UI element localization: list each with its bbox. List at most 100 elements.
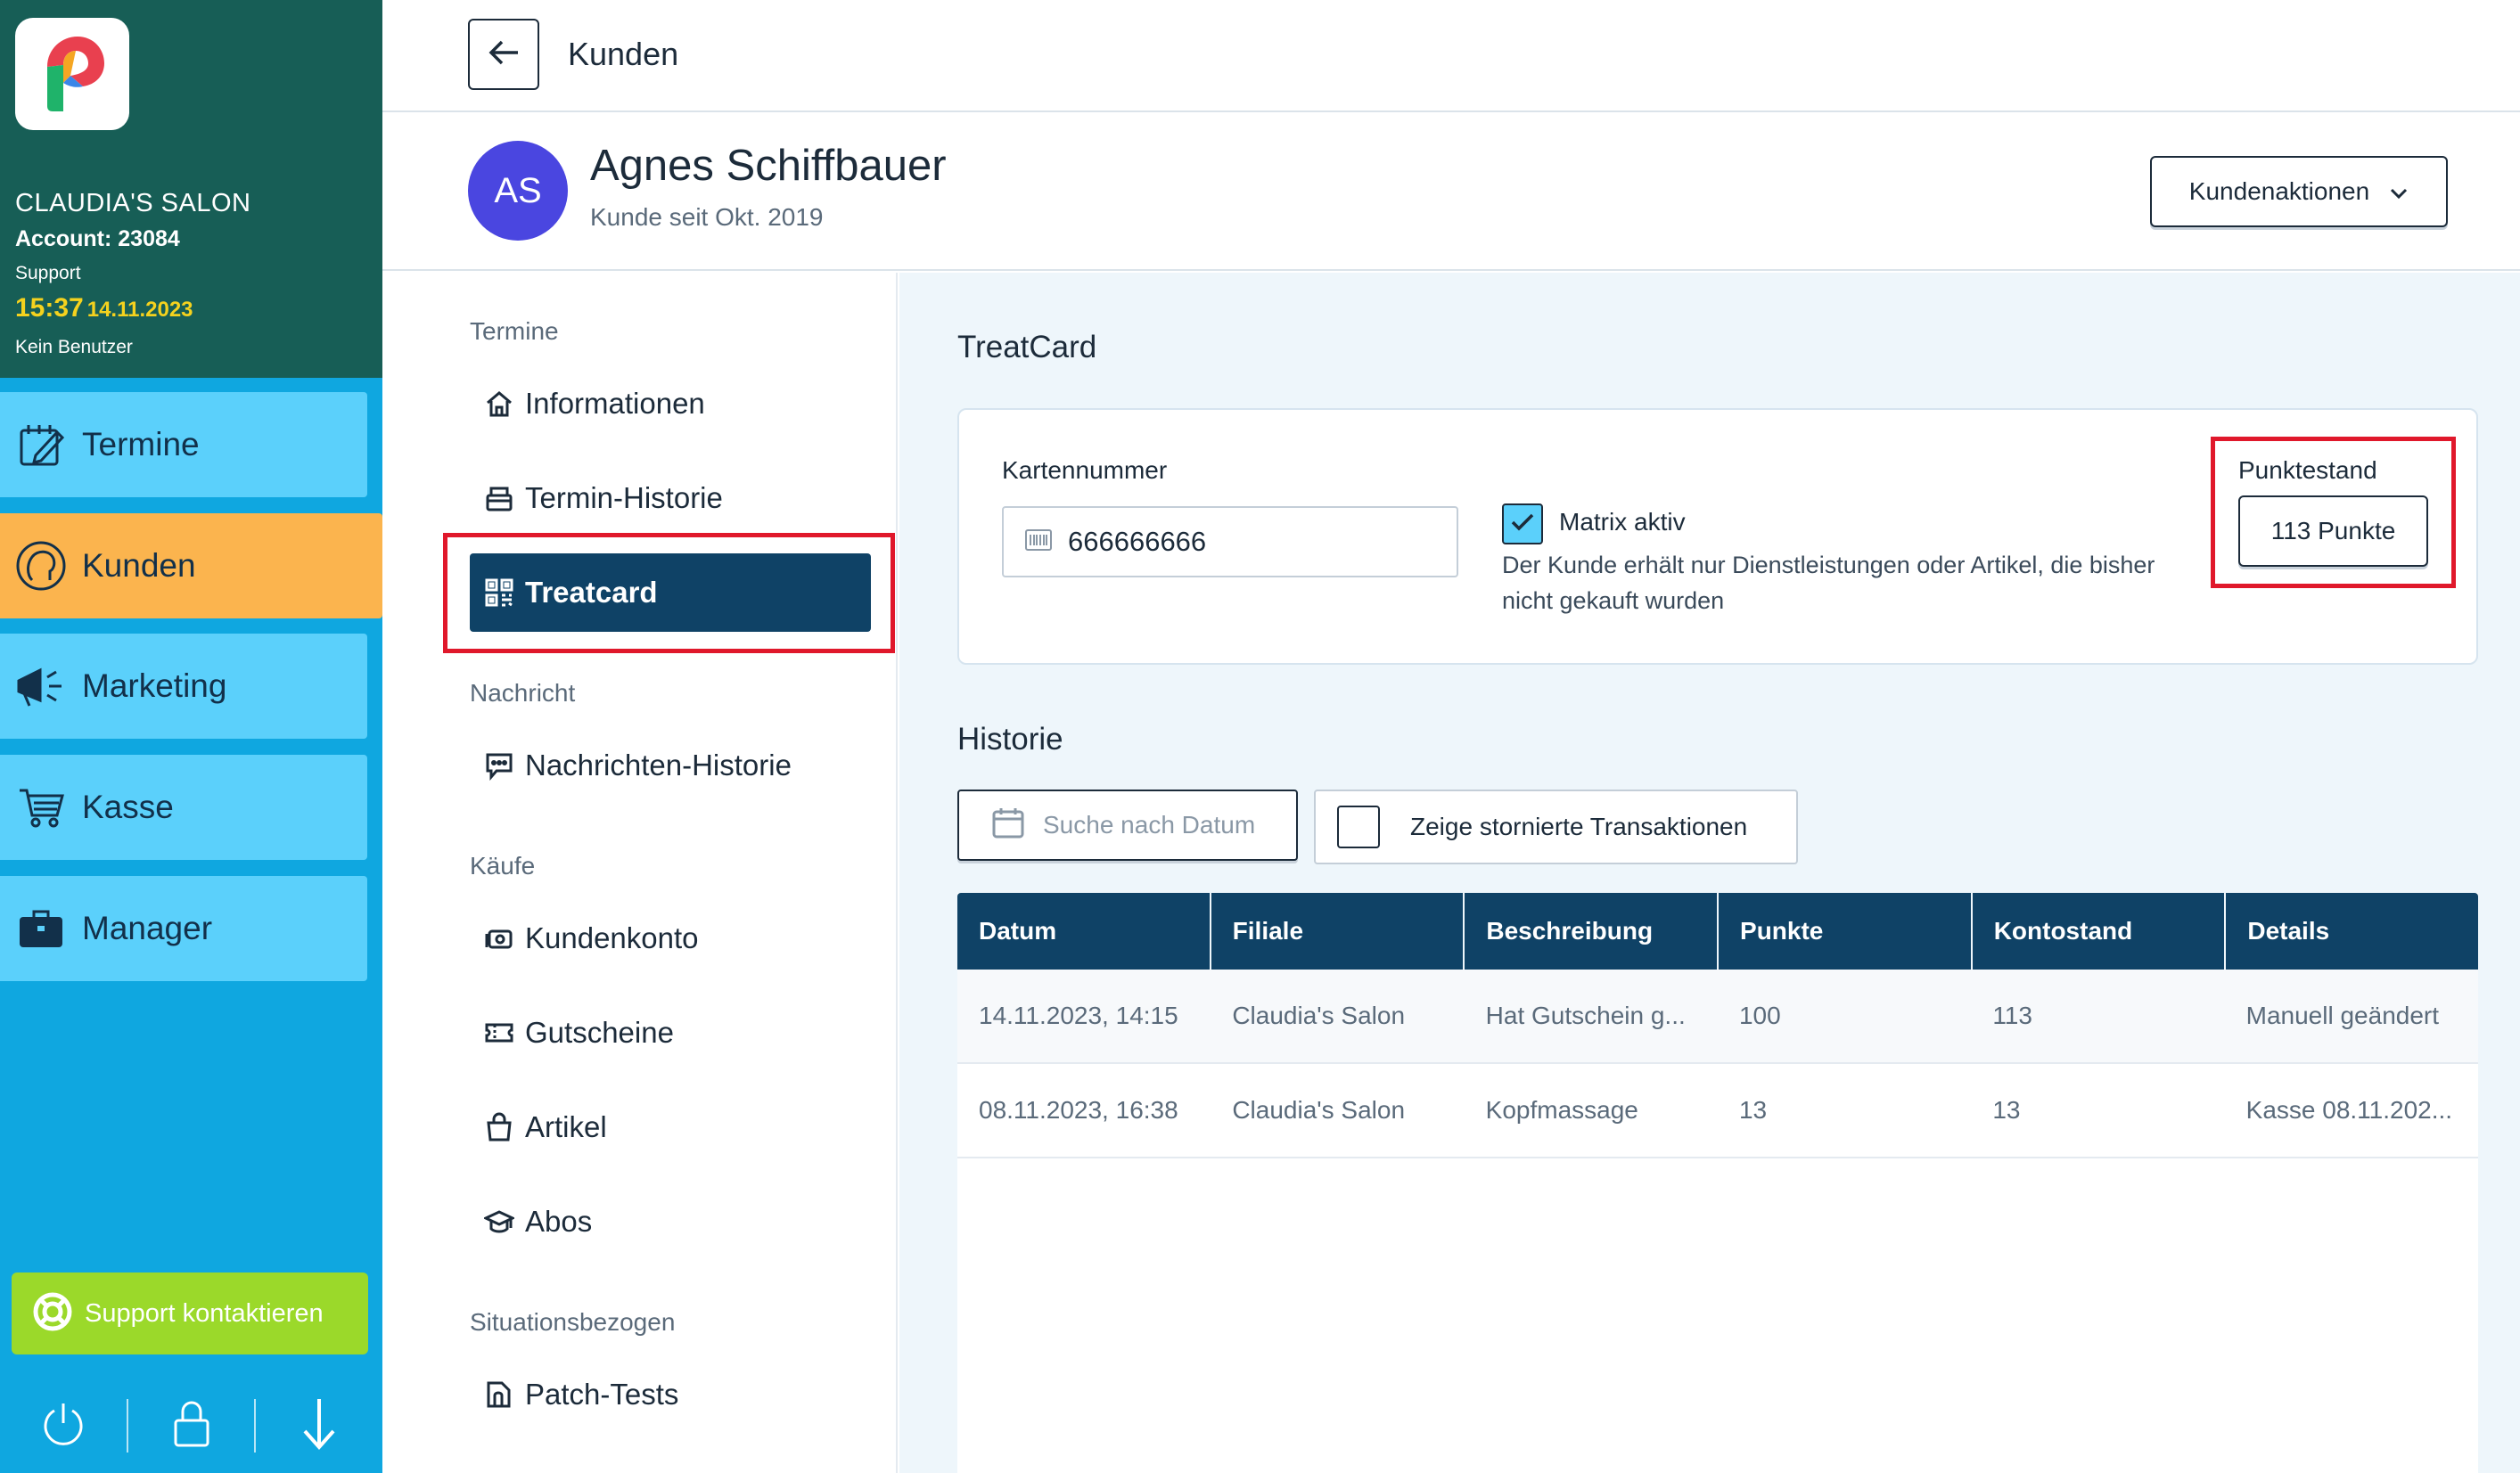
sidebar-footer (0, 1386, 382, 1466)
column-header-details[interactable]: Details (2224, 893, 2478, 970)
cell-details: Manuell geändert (2245, 1002, 2440, 1029)
sidebar-item-label: Marketing (82, 667, 227, 704)
history-title: Historie (957, 722, 1063, 757)
power-icon (37, 1398, 89, 1454)
date-search-button[interactable]: Suche nach Datum (957, 790, 1298, 861)
lock-button[interactable] (126, 1399, 255, 1453)
section-label-termine: Termine (470, 317, 559, 345)
cell-punkte: 100 (1738, 1002, 1781, 1029)
back-button[interactable] (468, 19, 539, 90)
archive-icon (484, 483, 520, 513)
customer-actions-label: Kundenaktionen (2188, 177, 2370, 205)
section-label-situationsbezogen: Situationsbezogen (470, 1308, 676, 1336)
support-text: Support (15, 263, 81, 283)
sidebar-item-termine[interactable]: Termine (0, 392, 367, 497)
column-header-datum[interactable]: Datum (957, 893, 1210, 970)
section-label-kaeufe: Käufe (470, 852, 536, 880)
customer-head-icon (0, 539, 82, 593)
sidebar-item-label: Kasse (82, 789, 174, 825)
customer-header: AS Agnes Schiffbauer Kunde seit Okt. 201… (382, 114, 2520, 271)
table-header: Datum Filiale Beschreibung Punkte Kontos… (957, 893, 2478, 970)
subnav-item-patch-tests[interactable]: Patch-Tests (470, 1355, 871, 1434)
date-search-label: Suche nach Datum (1043, 811, 1256, 839)
column-header-filiale[interactable]: Filiale (1209, 893, 1464, 970)
cell-filiale: Claudia's Salon (1232, 1002, 1406, 1029)
sidebar-item-label: Termine (82, 426, 200, 462)
arrow-down-icon (300, 1395, 339, 1457)
subnav-item-artikel[interactable]: Artikel (470, 1088, 871, 1166)
subnav-item-termin-historie[interactable]: Termin-Historie (470, 459, 871, 537)
customer-name: Agnes Schiffbauer (590, 142, 947, 190)
customer-subnav: Termine Informationen Termin-Historie Tr… (382, 273, 898, 1473)
subnav-item-label: Termin-Historie (525, 481, 723, 514)
cell-datum: 14.11.2023, 14:15 (979, 1002, 1178, 1029)
account-number: Account: 23084 (15, 226, 180, 251)
clock-time: 15:37 (15, 293, 84, 323)
subnav-item-label: Kundenkonto (525, 921, 699, 954)
main-content: TreatCard Kartennummer 666666666 Matrix … (899, 273, 2520, 1473)
download-button[interactable] (254, 1398, 382, 1453)
support-contact-button[interactable]: Support kontaktieren (12, 1273, 368, 1354)
column-header-beschreibung[interactable]: Beschreibung (1463, 893, 1717, 970)
highlight-frame-points (2211, 437, 2456, 588)
cell-punkte: 13 (1738, 1096, 1768, 1124)
subnav-item-label: Nachrichten-Historie (525, 749, 792, 782)
megaphone-icon (0, 661, 82, 711)
matrix-checkbox[interactable] (1502, 503, 1543, 544)
cell-beschreibung: Kopfmassage (1485, 1096, 1638, 1124)
show-cancelled-label: Zeige stornierte Transaktionen (1410, 813, 1748, 840)
customer-actions-dropdown[interactable]: Kundenaktionen (2150, 156, 2448, 227)
shopping-bag-icon (484, 1112, 520, 1142)
cell-beschreibung: Hat Gutschein g... (1485, 1002, 1686, 1029)
graduation-cap-icon (484, 1207, 520, 1237)
salon-name: CLAUDIA'S SALON (15, 189, 251, 217)
sidebar-item-label: Kunden (82, 547, 196, 584)
cell-details: Kasse 08.11.202... (2245, 1096, 2453, 1124)
column-header-kontostand[interactable]: Kontostand (1970, 893, 2225, 970)
customer-since: Kunde seit Okt. 2019 (590, 203, 824, 231)
subnav-item-abos[interactable]: Abos (470, 1182, 871, 1261)
cell-datum: 08.11.2023, 16:38 (979, 1096, 1178, 1124)
card-number-value: 666666666 (1068, 526, 1207, 557)
topbar: Kunden (382, 0, 2520, 112)
sidebar-item-marketing[interactable]: Marketing (0, 634, 367, 739)
wallet-icon (484, 923, 520, 953)
highlight-frame-treatcard (443, 533, 895, 653)
clock-date: 14.11.2023 (86, 298, 193, 322)
table-row[interactable]: 08.11.2023, 16:38 Claudia's Salon Kopfma… (957, 1064, 2478, 1158)
arrow-left-icon (486, 38, 521, 71)
card-number-label: Kartennummer (1002, 456, 1168, 484)
clock: 15:37 14.11.2023 (15, 293, 193, 323)
card-number-field[interactable]: 666666666 (1002, 506, 1458, 577)
subnav-item-label: Artikel (525, 1110, 607, 1143)
matrix-label: Matrix aktiv (1559, 508, 1686, 536)
cell-kontostand: 113 (1992, 1002, 2032, 1029)
avatar: AS (468, 141, 568, 241)
checkmark-icon (1509, 511, 1536, 537)
power-button[interactable] (0, 1399, 127, 1453)
calendar-icon (991, 806, 1043, 846)
treatcard-title: TreatCard (957, 330, 1097, 364)
breadcrumb: Kunden (568, 36, 679, 72)
show-cancelled-toggle[interactable]: Zeige stornierte Transaktionen (1314, 790, 1798, 864)
sidebar-item-kunden[interactable]: Kunden (0, 513, 382, 618)
subnav-item-nachrichten-historie[interactable]: Nachrichten-Historie (470, 726, 871, 805)
show-cancelled-checkbox[interactable] (1337, 806, 1380, 848)
app-logo (15, 18, 129, 130)
sidebar-item-kasse[interactable]: Kasse (0, 755, 367, 860)
cell-filiale: Claudia's Salon (1232, 1096, 1406, 1124)
app-sidebar: CLAUDIA'S SALON Account: 23084 Support 1… (0, 0, 382, 1473)
sidebar-item-manager[interactable]: Manager (0, 876, 367, 981)
subnav-item-gutscheine[interactable]: Gutscheine (470, 994, 871, 1072)
column-header-punkte[interactable]: Punkte (1717, 893, 1971, 970)
briefcase-icon (0, 906, 82, 951)
subnav-item-label: Patch-Tests (525, 1378, 679, 1411)
patch-test-icon (484, 1379, 520, 1410)
subnav-item-label: Informationen (525, 387, 705, 420)
section-label-nachricht: Nachricht (470, 679, 576, 707)
table-row[interactable]: 14.11.2023, 14:15 Claudia's Salon Hat Gu… (957, 970, 2478, 1064)
chevron-down-icon (2369, 177, 2409, 206)
subnav-item-kundenkonto[interactable]: Kundenkonto (470, 899, 871, 978)
subnav-item-informationen[interactable]: Informationen (470, 364, 871, 443)
sidebar-header: CLAUDIA'S SALON Account: 23084 Support 1… (0, 0, 382, 378)
